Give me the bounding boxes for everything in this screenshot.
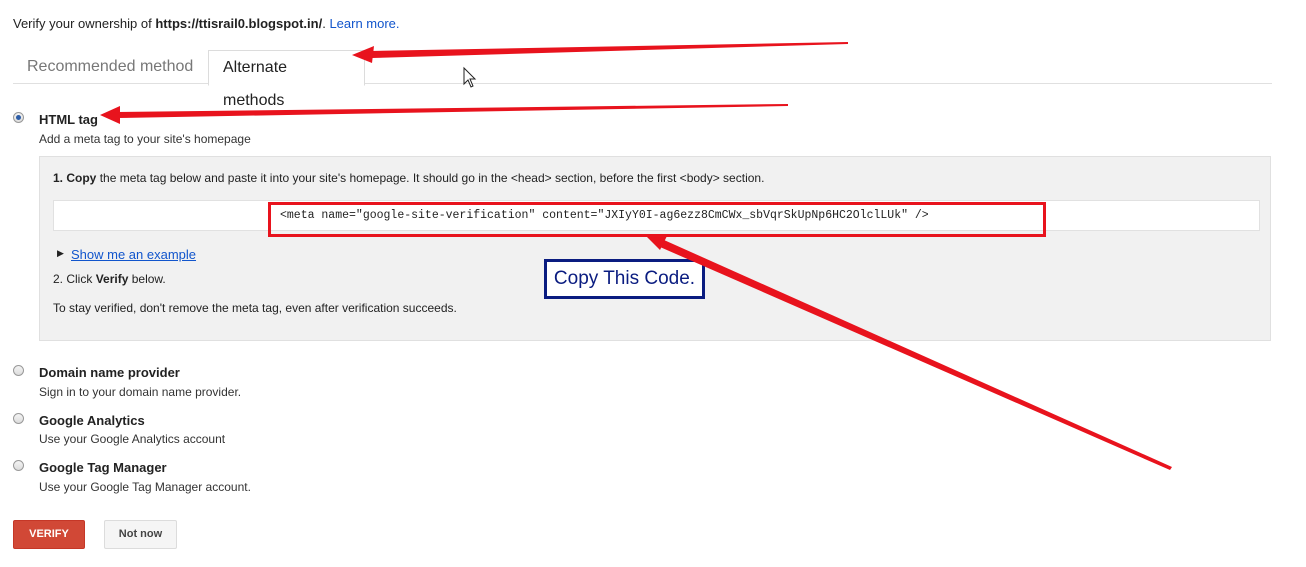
highlight-box <box>268 202 1046 237</box>
domain-provider-radio[interactable] <box>13 365 24 376</box>
learn-more-link[interactable]: Learn more. <box>329 16 399 31</box>
copy-this-code-callout: Copy This Code. <box>544 259 705 299</box>
verify-ownership-text: Verify your ownership of https://ttisrai… <box>13 16 400 31</box>
stay-verified-note: To stay verified, don't remove the meta … <box>53 301 457 315</box>
tab-alternate-methods[interactable]: Alternate methods <box>208 50 365 109</box>
step-2-text: 2. Click Verify below. <box>53 272 166 286</box>
html-tag-radio[interactable] <box>13 112 24 123</box>
html-tag-title: HTML tag <box>39 112 98 127</box>
arrow-to-alternate-tab <box>370 42 848 58</box>
step-2-suffix: below. <box>128 272 166 286</box>
cursor-icon <box>463 66 477 88</box>
arrowhead-html-tag <box>100 106 120 124</box>
show-example-link[interactable]: Show me an example <box>71 247 196 262</box>
not-now-button[interactable]: Not now <box>104 520 177 549</box>
tab-divider <box>13 83 1272 84</box>
google-analytics-title: Google Analytics <box>39 413 145 428</box>
step-1-text: 1. Copy the meta tag below and paste it … <box>53 171 764 185</box>
google-analytics-desc: Use your Google Analytics account <box>39 432 226 446</box>
google-analytics-radio[interactable] <box>13 413 24 424</box>
google-tag-manager-radio[interactable] <box>13 460 24 471</box>
step-2-prefix: 2. Click <box>53 272 96 286</box>
step-1-copy: Copy <box>66 171 97 185</box>
google-tag-manager-desc: Use your Google Tag Manager account. <box>39 480 251 494</box>
site-url: https://ttisrail0.blogspot.in/ <box>155 16 323 31</box>
header-prefix: Verify your ownership of <box>13 16 156 31</box>
verify-button[interactable]: VERIFY <box>13 520 85 549</box>
triangle-right-icon[interactable]: ▶ <box>57 248 64 259</box>
html-tag-desc: Add a meta tag to your site's homepage <box>39 132 251 146</box>
domain-provider-title: Domain name provider <box>39 365 180 380</box>
domain-provider-desc: Sign in to your domain name provider. <box>39 385 242 399</box>
arrow-to-html-tag <box>116 104 788 118</box>
step-2-verify: Verify <box>95 272 129 286</box>
step-1-number: 1. <box>53 171 64 185</box>
step-1-instructions: the meta tag below and paste it into you… <box>96 171 765 185</box>
tab-recommended-method[interactable]: Recommended method <box>13 50 207 83</box>
google-tag-manager-title: Google Tag Manager <box>39 460 167 475</box>
